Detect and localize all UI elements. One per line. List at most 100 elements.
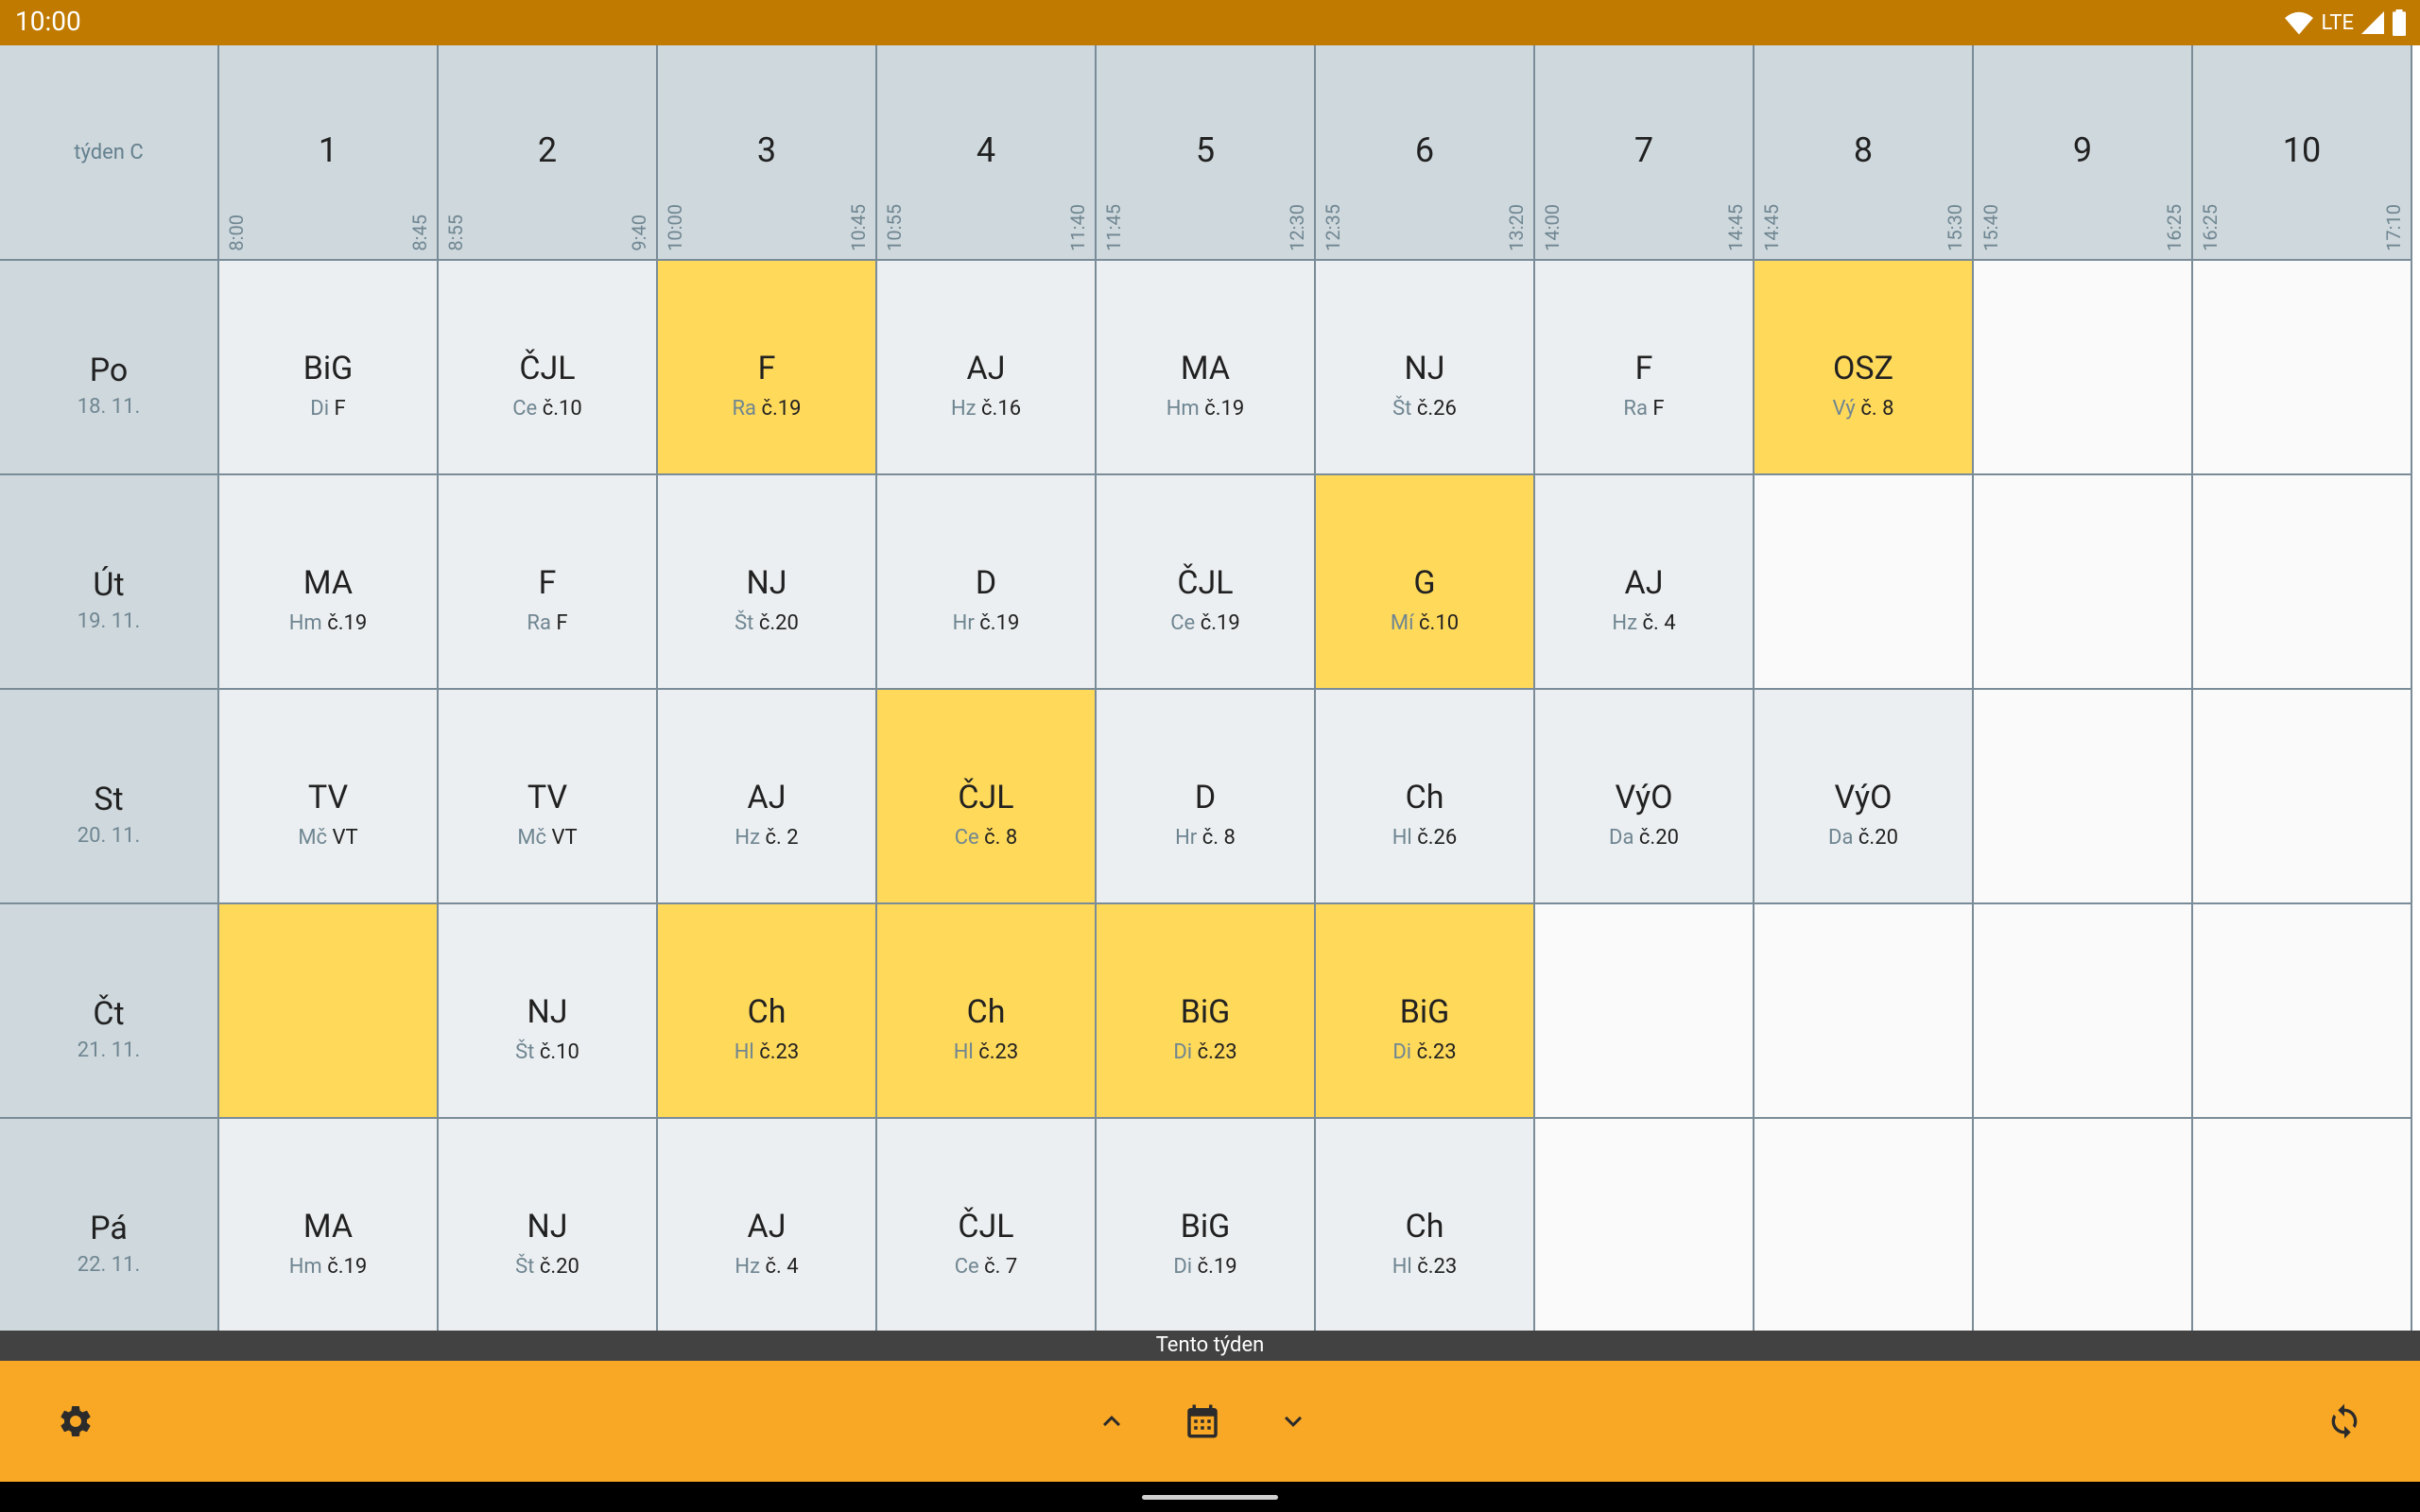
lesson-room: č.10: [542, 397, 582, 421]
lesson-subject: ČJL: [958, 1208, 1014, 1246]
lesson-subject: ČJL: [519, 350, 576, 387]
timetable-grid: týden C 1 8:00 8:45 2 8:55 9:40 3 10:00 10:45 4 10…: [0, 45, 2420, 1333]
lesson-cell[interactable]: G Mí č.10: [1316, 475, 1535, 690]
lesson-room: č.23: [978, 1040, 1019, 1064]
lesson-details: Hr č. 8: [1097, 826, 1314, 850]
lesson-teacher: Št: [515, 1040, 535, 1064]
period-header-7[interactable]: 7 14:00 14:45: [1535, 45, 1754, 261]
lesson-cell[interactable]: D Hr č. 8: [1097, 690, 1316, 904]
previous-week-button[interactable]: [1083, 1393, 1140, 1450]
period-number: 10: [2282, 130, 2322, 170]
lesson-cell[interactable]: Ch Hl č.23: [658, 904, 877, 1119]
period-header-10[interactable]: 10 16:25 17:10: [2193, 45, 2412, 261]
wifi-icon: [2285, 11, 2314, 35]
lesson-room: č.19: [979, 611, 1020, 635]
lesson-cell[interactable]: NJ Št č.20: [439, 1119, 658, 1333]
period-start-time: 10:55: [883, 204, 906, 251]
lesson-teacher: Hl: [1392, 826, 1412, 850]
period-header-9[interactable]: 9 15:40 16:25: [1974, 45, 2193, 261]
week-label[interactable]: týden C: [0, 45, 219, 261]
lesson-cell[interactable]: VýO Da č.20: [1535, 690, 1754, 904]
lesson-cell[interactable]: MA Hm č.19: [219, 475, 439, 690]
empty-slot: [1535, 1119, 1754, 1333]
lesson-cell[interactable]: BiG Di F: [219, 261, 439, 475]
lesson-subject: AJ: [747, 1208, 786, 1246]
period-start-time: 14:45: [1760, 204, 1783, 251]
lesson-room: F: [556, 611, 568, 635]
lesson-cell[interactable]: [219, 904, 439, 1119]
lesson-cell[interactable]: Ch Hl č.23: [1316, 1119, 1535, 1333]
lesson-cell[interactable]: NJ Št č.20: [658, 475, 877, 690]
period-start-time: 11:45: [1102, 204, 1125, 251]
lesson-cell[interactable]: MA Hm č.19: [1097, 261, 1316, 475]
lesson-cell[interactable]: BiG Di č.23: [1097, 904, 1316, 1119]
battery-icon: [2393, 9, 2406, 36]
period-end-time: 10:45: [847, 204, 870, 251]
day-header-3[interactable]: St 20. 11.: [0, 690, 219, 904]
day-date: 20. 11.: [77, 824, 141, 848]
lesson-cell[interactable]: F Ra F: [439, 475, 658, 690]
day-header-4[interactable]: Čt 21. 11.: [0, 904, 219, 1119]
lesson-subject: G: [1413, 564, 1436, 602]
lesson-cell[interactable]: F Ra č.19: [658, 261, 877, 475]
period-header-1[interactable]: 1 8:00 8:45: [219, 45, 439, 261]
refresh-button[interactable]: [2316, 1393, 2373, 1450]
lesson-cell[interactable]: AJ Hz č.16: [877, 261, 1097, 475]
lesson-room: č.26: [1416, 397, 1457, 421]
period-start-time: 8:55: [444, 215, 467, 251]
lesson-cell[interactable]: MA Hm č.19: [219, 1119, 439, 1333]
lesson-subject: Ch: [747, 993, 786, 1031]
next-week-button[interactable]: [1265, 1393, 1322, 1450]
lesson-cell[interactable]: BiG Di č.23: [1316, 904, 1535, 1119]
day-header-2[interactable]: Út 19. 11.: [0, 475, 219, 690]
lesson-cell[interactable]: OSZ Vý č. 8: [1754, 261, 1974, 475]
chevron-up-icon: [1103, 1416, 1120, 1427]
lesson-cell[interactable]: Ch Hl č.23: [877, 904, 1097, 1119]
lesson-cell[interactable]: TV Mč VT: [219, 690, 439, 904]
lesson-cell[interactable]: ČJL Ce č.19: [1097, 475, 1316, 690]
lesson-cell[interactable]: AJ Hz č. 4: [1535, 475, 1754, 690]
lesson-cell[interactable]: ČJL Ce č. 7: [877, 1119, 1097, 1333]
lesson-details: Ra F: [1535, 397, 1753, 421]
gesture-handle[interactable]: [1142, 1495, 1278, 1500]
lesson-details: Hl č.26: [1316, 826, 1533, 850]
period-header-5[interactable]: 5 11:45 12:30: [1097, 45, 1316, 261]
lesson-cell[interactable]: VýO Da č.20: [1754, 690, 1974, 904]
lesson-cell[interactable]: AJ Hz č. 2: [658, 690, 877, 904]
lesson-cell[interactable]: D Hr č.19: [877, 475, 1097, 690]
lesson-cell[interactable]: ČJL Ce č. 8: [877, 690, 1097, 904]
lesson-cell[interactable]: NJ Št č.26: [1316, 261, 1535, 475]
lesson-cell[interactable]: BiG Di č.19: [1097, 1119, 1316, 1333]
period-header-6[interactable]: 6 12:35 13:20: [1316, 45, 1535, 261]
status-bar: 10:00 LTE: [0, 0, 2420, 45]
lesson-cell[interactable]: AJ Hz č. 4: [658, 1119, 877, 1333]
lesson-details: Hl č.23: [877, 1040, 1095, 1064]
period-number: 9: [2072, 130, 2093, 170]
lesson-room: č.26: [1417, 826, 1458, 850]
day-header-1[interactable]: Po 18. 11.: [0, 261, 219, 475]
period-number: 5: [1195, 130, 1216, 170]
lesson-details: Mí č.10: [1316, 611, 1533, 635]
lesson-room: č.19: [761, 397, 802, 421]
lesson-cell[interactable]: ČJL Ce č.10: [439, 261, 658, 475]
period-header-3[interactable]: 3 10:00 10:45: [658, 45, 877, 261]
period-header-8[interactable]: 8 14:45 15:30: [1754, 45, 1974, 261]
settings-button[interactable]: [47, 1393, 104, 1450]
period-header-2[interactable]: 2 8:55 9:40: [439, 45, 658, 261]
lesson-cell[interactable]: TV Mč VT: [439, 690, 658, 904]
lesson-room: č.19: [1200, 611, 1240, 635]
lesson-teacher: Mč: [298, 826, 328, 850]
lesson-details: Mč VT: [219, 826, 437, 850]
lesson-teacher: Mí: [1390, 611, 1414, 635]
lesson-cell[interactable]: F Ra F: [1535, 261, 1754, 475]
calendar-button[interactable]: [1174, 1393, 1231, 1450]
period-start-time: 16:25: [2199, 204, 2221, 251]
lesson-room: č.19: [1204, 397, 1245, 421]
period-header-4[interactable]: 4 10:55 11:40: [877, 45, 1097, 261]
day-header-5[interactable]: Pá 22. 11.: [0, 1119, 219, 1333]
lesson-teacher: Di: [1173, 1255, 1193, 1279]
day-name: St: [94, 781, 124, 818]
lesson-cell[interactable]: Ch Hl č.26: [1316, 690, 1535, 904]
period-end-time: 9:40: [628, 215, 650, 251]
lesson-cell[interactable]: NJ Št č.10: [439, 904, 658, 1119]
